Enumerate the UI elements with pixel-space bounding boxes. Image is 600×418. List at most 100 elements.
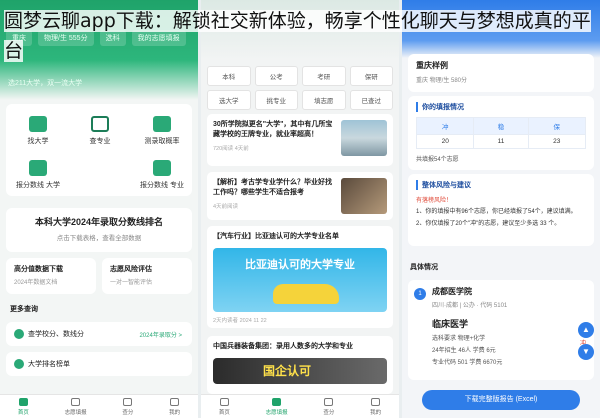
form-icon bbox=[71, 398, 81, 406]
article-card[interactable]: 30所学院拟更名"大学"，其中有几所宝藏学校的王牌专业，就业率超高！ 720阅读… bbox=[207, 114, 393, 166]
card-title: 志愿风险评估 bbox=[110, 266, 152, 273]
nav-home[interactable]: 首页 bbox=[18, 395, 29, 418]
page-headline: 圆梦云聊app下载：解锁社交新体验，畅享个性化聊天与梦想成真的平台 bbox=[4, 10, 591, 62]
home-icon bbox=[219, 398, 229, 406]
section-title: 你的填报情况 bbox=[416, 102, 586, 112]
book-icon bbox=[91, 116, 109, 132]
nav-score[interactable]: 查分 bbox=[323, 395, 334, 418]
article-card[interactable]: 中国兵器装备集团：录用人数多的大学和专业 国企认可 bbox=[207, 336, 393, 394]
chevron-down-icon: ▼ bbox=[582, 347, 590, 356]
article-card[interactable]: 【解析】考古学专业学什么？毕业好找工作吗？哪些学生不适合报考 4天前阅读 bbox=[207, 172, 393, 220]
scroll-up-button[interactable]: ▲ bbox=[578, 322, 594, 338]
card-title: 高分值数据下载 bbox=[14, 266, 63, 273]
table-header: 稳 bbox=[473, 117, 529, 135]
summary-table: 冲 稳 保 20 11 23 bbox=[415, 117, 587, 149]
school-index-badge: 1 bbox=[414, 288, 426, 300]
risk-warning: 有落榜风险！ bbox=[416, 198, 453, 204]
article-banner: 比亚迪认可的大学专业 bbox=[213, 248, 387, 312]
tag[interactable]: 已查过 bbox=[349, 90, 393, 110]
user-icon bbox=[170, 398, 180, 406]
article-meta: 2天内读者 2024 11 22 bbox=[213, 318, 267, 324]
chevron-up-icon: ▲ bbox=[582, 325, 590, 334]
home-icon bbox=[18, 398, 28, 406]
bullet-icon bbox=[14, 329, 24, 339]
nav-home[interactable]: 首页 bbox=[219, 395, 230, 418]
tag[interactable]: 公考 bbox=[254, 66, 298, 86]
total-count: 共填报54个志愿 bbox=[416, 157, 459, 163]
tag[interactable]: 填志愿 bbox=[302, 90, 346, 110]
article-title: 【解析】考古学专业学什么？毕业好找工作吗？哪些学生不适合报考 bbox=[213, 179, 332, 196]
nav-score[interactable]: 查分 bbox=[122, 395, 133, 418]
table-cell: 11 bbox=[473, 134, 529, 149]
search-icon bbox=[123, 398, 133, 406]
risk-advice-card: 整体风险与建议 有落榜风险！ 1、你的填报中有96个志愿，你已经填报了54个，建… bbox=[408, 174, 594, 246]
article-card[interactable]: 【汽车行业】比亚迪认可的大学专业名单 比亚迪认可的大学专业 2天内读者 2024… bbox=[207, 226, 393, 328]
find-university-button[interactable]: 找大学 bbox=[16, 116, 60, 146]
nav-me[interactable]: 我的 bbox=[370, 395, 381, 418]
scroll-down-button[interactable]: ▼ bbox=[578, 344, 594, 360]
form-icon bbox=[272, 398, 282, 406]
major-name: 临床医学 bbox=[432, 319, 469, 329]
nav-apply[interactable]: 志愿填报 bbox=[65, 395, 87, 418]
school-detail-card[interactable]: 1 成都医学院 四川·成都 | 公办 · 代码 5101 临床医学 冲 选科要求… bbox=[408, 280, 594, 380]
ranking-card[interactable]: 本科大学2024年录取分数线排名 点击下载表格，查看全部数据 bbox=[6, 208, 192, 252]
advice-line: 1、你的填报中有96个志愿，你已经填报了54个，建议填满。 bbox=[416, 209, 577, 215]
car-illustration bbox=[273, 284, 339, 304]
score-icon bbox=[29, 160, 47, 176]
risk-assessment-card[interactable]: 志愿风险评估 一对一智能评估 bbox=[102, 258, 192, 294]
profile-subtitle: 重庆 物理/生 580分 bbox=[416, 78, 468, 84]
detail-heading: 具体情况 bbox=[410, 264, 438, 271]
bottom-nav: 首页 志愿填报 查分 我的 bbox=[0, 394, 198, 418]
school-info: 四川·成都 | 公办 · 代码 5101 bbox=[432, 303, 508, 309]
banner-text: 国企认可 bbox=[263, 364, 312, 378]
major-info: 选科要求 物理+化学 bbox=[432, 336, 486, 342]
nav-me[interactable]: 我的 bbox=[169, 395, 180, 418]
article-meta: 720阅读 4天前 bbox=[213, 146, 249, 152]
table-cell: 23 bbox=[527, 134, 587, 149]
table-cell: 20 bbox=[415, 134, 475, 149]
data-download-card[interactable]: 高分值数据下载 2024年数据文档 bbox=[6, 258, 96, 294]
search-icon bbox=[324, 398, 334, 406]
more-queries-heading: 更多查询 bbox=[10, 306, 38, 313]
advice-line: 2、你仅填报了20个"冲"的志愿，建议至少多选 33 个。 bbox=[416, 221, 561, 227]
user-icon bbox=[371, 398, 381, 406]
chart-icon bbox=[153, 116, 171, 132]
list-item[interactable]: 大学排名榜单 bbox=[6, 352, 192, 376]
ranking-title: 本科大学2024年录取分数线排名 bbox=[34, 217, 164, 227]
tag[interactable]: 保研 bbox=[349, 66, 393, 86]
table-header: 保 bbox=[527, 117, 587, 135]
row-link[interactable]: 2024年录取分 > bbox=[139, 330, 182, 339]
home-subtitle: 选211大学，双一流大学 bbox=[8, 80, 83, 87]
application-summary-card: 你的填报情况 冲 稳 保 20 11 23 共填报54个志愿 bbox=[408, 96, 594, 170]
university-score-button[interactable]: 报分数线 大学 bbox=[16, 160, 60, 190]
download-report-button[interactable]: 下载完整版报告 (Excel) bbox=[422, 390, 580, 410]
banner-text: 比亚迪认可的大学专业 bbox=[245, 259, 355, 271]
feature-grid: 找大学 查专业 测录取概率 报分数线 大学 报分数线 专业 bbox=[6, 104, 192, 196]
major-info: 专业代码 501 学费 6670元 bbox=[432, 360, 503, 366]
ranking-subtitle: 点击下载表格，查看全部数据 bbox=[56, 235, 142, 242]
score-icon bbox=[153, 160, 171, 176]
tag[interactable]: 考研 bbox=[302, 66, 346, 86]
admission-probability-button[interactable]: 测录取概率 bbox=[140, 116, 184, 146]
article-title: 【汽车行业】比亚迪认可的大学专业名单 bbox=[213, 233, 339, 240]
nav-apply[interactable]: 志愿填报 bbox=[266, 395, 288, 418]
article-meta: 4天前阅读 bbox=[213, 204, 239, 210]
tag[interactable]: 本科 bbox=[207, 66, 251, 86]
graduation-cap-icon bbox=[29, 116, 47, 132]
article-thumbnail bbox=[341, 178, 387, 214]
tag[interactable]: 挑专业 bbox=[254, 90, 298, 110]
category-tags: 本科 公考 考研 保研 选大学 挑专业 填志愿 已查过 bbox=[207, 66, 393, 110]
article-thumbnail bbox=[341, 120, 387, 156]
major-info: 24年招生 46人 学费 6元 bbox=[432, 348, 496, 354]
card-subtitle: 2024年数据文档 bbox=[14, 280, 58, 286]
bullet-icon bbox=[14, 359, 24, 369]
card-subtitle: 一对一智能评估 bbox=[110, 280, 153, 286]
article-title: 中国兵器装备集团：录用人数多的大学和专业 bbox=[213, 343, 353, 350]
list-item[interactable]: 查学校分、数线分 2024年录取分 > bbox=[6, 322, 192, 346]
article-title: 30所学院拟更名"大学"，其中有几所宝藏学校的王牌专业，就业率超高！ bbox=[213, 121, 333, 138]
tag[interactable]: 选大学 bbox=[207, 90, 251, 110]
major-score-button[interactable]: 报分数线 专业 bbox=[140, 160, 184, 190]
bottom-nav: 首页 志愿填报 查分 我的 bbox=[201, 394, 399, 418]
article-banner: 国企认可 bbox=[213, 358, 387, 384]
check-major-button[interactable]: 查专业 bbox=[78, 116, 122, 146]
